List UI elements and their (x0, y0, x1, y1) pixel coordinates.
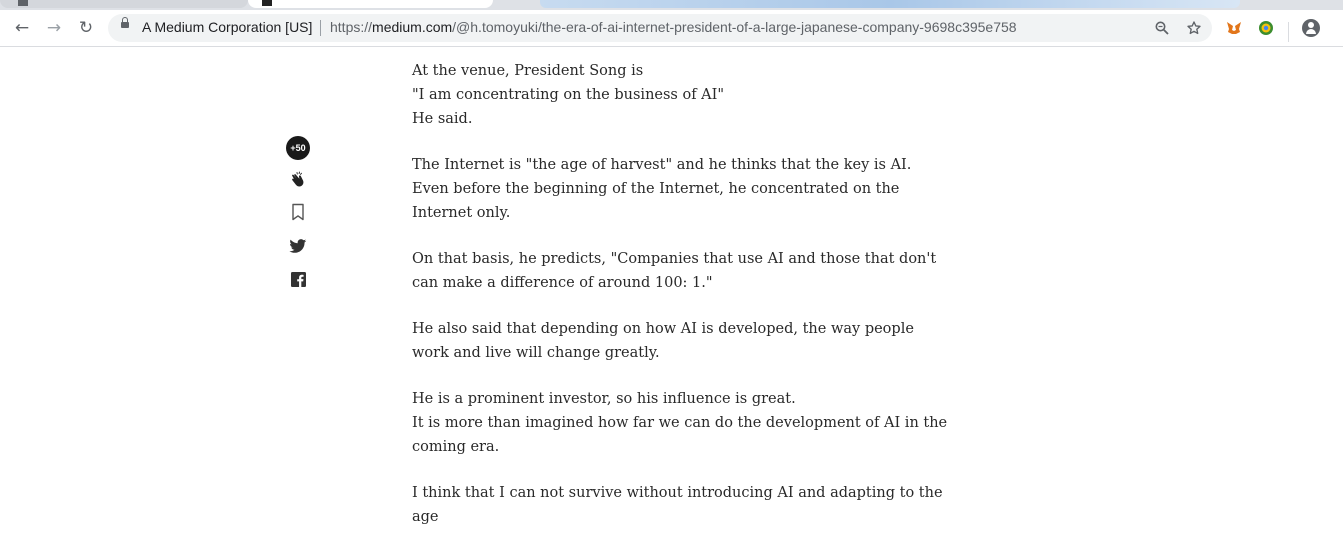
toolbar-divider (1288, 22, 1289, 42)
site-identity[interactable]: A Medium Corporation [US] (142, 19, 312, 35)
tab-strip (0, 0, 1343, 10)
bookmark-star-icon[interactable] (1184, 18, 1204, 38)
metamask-extension-icon[interactable] (1224, 18, 1244, 38)
lock-icon (121, 17, 129, 28)
article-paragraph: He also said that depending on how AI is… (412, 321, 914, 361)
facebook-icon (290, 271, 306, 287)
forward-button[interactable]: → (40, 14, 68, 42)
article-paragraph: On that basis, he predicts, "Companies t… (412, 251, 937, 291)
url-scheme: https:// (330, 19, 373, 35)
profile-avatar-icon[interactable] (1302, 19, 1320, 37)
reload-icon: ↻ (78, 18, 94, 38)
article-paragraph: I think that I can not survive without i… (412, 485, 943, 525)
reload-button[interactable]: ↻ (72, 14, 100, 42)
clap-count-badge: +50 (286, 136, 310, 160)
address-divider (320, 20, 321, 36)
back-button[interactable]: ← (8, 14, 36, 42)
share-twitter-button[interactable] (287, 235, 309, 257)
twitter-icon (289, 238, 307, 253)
extension-icon[interactable] (1256, 18, 1276, 38)
bookmark-button[interactable] (287, 201, 309, 223)
zoom-icon[interactable] (1152, 18, 1172, 38)
back-arrow-icon: ← (14, 18, 30, 38)
article-paragraph: The Internet is "the age of harvest" and… (412, 157, 912, 221)
article-body: At the venue, President Song is "I am co… (412, 59, 952, 551)
forward-arrow-icon: → (46, 18, 62, 38)
article-paragraph: At the venue, President Song is "I am co… (412, 63, 725, 127)
tab-strip-background (540, 0, 1240, 8)
url-host: medium.com (372, 19, 453, 35)
browser-toolbar: ← → ↻ A Medium Corporation [US] https://… (0, 10, 1343, 47)
url-text[interactable]: https://medium.com/@h.tomoyuki/the-era-o… (330, 19, 1017, 35)
clap-button[interactable] (287, 169, 309, 191)
tab-inactive[interactable] (0, 0, 248, 8)
address-bar[interactable]: A Medium Corporation [US] https://medium… (108, 14, 1212, 42)
clap-hands-icon (292, 171, 304, 187)
share-facebook-button[interactable] (287, 268, 309, 290)
url-path: /@h.tomoyuki/the-era-of-ai-internet-pres… (452, 19, 1017, 35)
bookmark-icon (292, 203, 304, 221)
tab-favicon-icon (18, 0, 28, 6)
tab-active[interactable] (248, 0, 493, 8)
article-paragraph: He is a prominent investor, so his influ… (412, 391, 948, 455)
tab-favicon-icon (262, 0, 272, 6)
